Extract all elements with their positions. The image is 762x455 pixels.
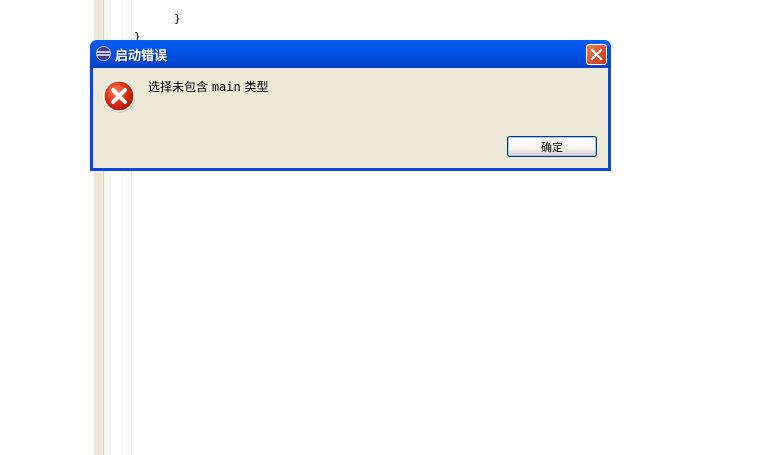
error-message-code: main	[211, 80, 241, 94]
error-message-prefix: 选择未包含	[148, 80, 212, 94]
dialog-title: 启动错误	[115, 49, 168, 64]
dialog-titlebar[interactable]: 启动错误	[90, 40, 611, 68]
error-message-suffix: 类型	[240, 80, 269, 94]
code-line-brace: }	[174, 12, 181, 25]
error-icon	[103, 80, 135, 113]
close-button[interactable]	[586, 44, 607, 65]
eclipse-icon	[96, 46, 111, 61]
dialog-body: 选择未包含 main 类型 确定	[93, 68, 608, 168]
launch-error-dialog: 启动错误 选择未包含 main 类型 确定	[90, 40, 611, 171]
ok-button[interactable]: 确定	[507, 136, 597, 157]
close-icon	[590, 48, 603, 61]
error-message: 选择未包含 main 类型	[148, 78, 269, 95]
